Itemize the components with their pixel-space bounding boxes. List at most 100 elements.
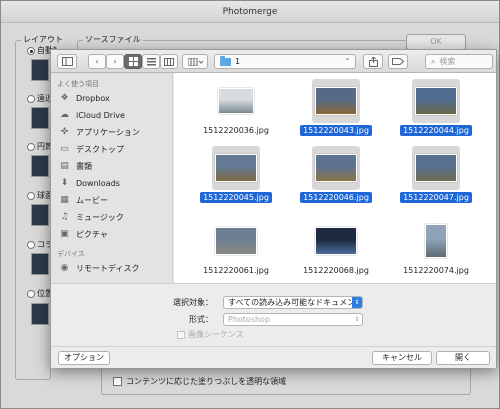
sidebar-item-label: ムービー [76, 195, 108, 205]
sidebar-icon [61, 57, 73, 66]
content-aware-fill-checkbox[interactable]: コンテンツに応じた塗りつぶしを透明な領域 [113, 376, 286, 387]
file-thumbnail-frame [212, 219, 260, 263]
disc-icon: ◉ [60, 263, 69, 273]
file-item[interactable]: 1512220068.jpg [288, 219, 384, 279]
file-name: 1512220036.jpg [188, 126, 284, 135]
enable-select[interactable]: すべての読み込み可能なドキュメント ⇕ [223, 296, 363, 309]
format-value: Photoshop [228, 315, 271, 324]
file-thumbnail-frame [212, 146, 260, 190]
file-item[interactable]: 1512220044.jpg [388, 79, 484, 139]
radio-icon [27, 191, 35, 200]
sidebar-item-applications[interactable]: ✜ アプリケーション [59, 124, 140, 140]
chevron-left-icon: ‹ [95, 57, 99, 66]
search-input[interactable]: ⌕ 検索 [425, 54, 493, 69]
back-button[interactable]: ‹ [88, 54, 106, 69]
sidebar-item-pictures[interactable]: ▣ ピクチャ [59, 226, 108, 242]
list-view-button[interactable] [142, 54, 160, 69]
layout-thumbnail [31, 253, 49, 275]
file-item[interactable]: 1512220046.jpg [288, 146, 384, 206]
group-view-button[interactable] [182, 54, 208, 69]
cancel-button[interactable]: キャンセル [372, 351, 432, 365]
share-icon [368, 56, 378, 67]
documents-icon: ▤ [60, 161, 69, 171]
file-thumbnail-frame [312, 79, 360, 123]
sidebar-item-label: Downloads [76, 178, 120, 188]
sidebar-item-documents[interactable]: ▤ 書類 [59, 158, 92, 174]
icon-view-button[interactable] [124, 54, 142, 69]
open-button[interactable]: 開く [436, 351, 490, 365]
sidebar-item-movies[interactable]: ▦ ムービー [59, 192, 108, 208]
file-thumbnail [315, 87, 357, 115]
forward-button[interactable]: › [106, 54, 124, 69]
sidebar-toggle-button[interactable] [57, 54, 77, 69]
checkbox-label: 画像シーケンス [188, 330, 244, 339]
file-name: 1512220068.jpg [288, 266, 384, 275]
enable-value: すべての読み込み可能なドキュメント [228, 298, 363, 307]
chevron-updown-icon: ⇕ [352, 297, 362, 308]
file-item[interactable]: 1512220043.jpg [288, 79, 384, 139]
file-thumbnail-frame [412, 219, 460, 263]
cloud-icon: ☁ [60, 110, 69, 120]
file-name: 1512220043.jpg [288, 125, 384, 136]
options-panel: 選択対象： すべての読み込み可能なドキュメント ⇕ 形式： Photoshop … [51, 283, 496, 346]
file-name-text: 1512220046.jpg [300, 192, 372, 203]
radio-icon [27, 142, 35, 151]
ok-button[interactable]: OK [406, 34, 466, 50]
screen: Photomerge レイアウト ソースファイル OK 自動設定 遠近法 円筒法… [0, 0, 500, 409]
file-item[interactable]: 1512220047.jpg [388, 146, 484, 206]
sidebar-item-remote-disc[interactable]: ◉ リモートディスク [59, 260, 140, 276]
sidebar-item-desktop[interactable]: ▭ デスクトップ [59, 141, 124, 157]
sidebar-item-label: アプリケーション [76, 127, 140, 137]
dialog-toolbar: ‹ › 1 ⌃ ⌕ 検索 [51, 50, 496, 73]
file-name: 1512220044.jpg [388, 125, 484, 136]
dialog-footer: オプション キャンセル 開く [51, 346, 496, 368]
pictures-icon: ▣ [60, 229, 69, 239]
sidebar-item-label: 書類 [76, 161, 92, 171]
tag-button[interactable] [388, 54, 408, 69]
image-sequence-checkbox[interactable]: 画像シーケンス [177, 329, 244, 340]
file-thumbnail [315, 227, 357, 255]
layout-thumbnail [31, 59, 49, 81]
column-view-button[interactable] [160, 54, 178, 69]
sidebar-item-music[interactable]: ♫ ミュージック [59, 209, 124, 225]
checkbox-icon [113, 377, 122, 386]
chevron-right-icon: › [113, 57, 117, 66]
source-files-group-label: ソースファイル [83, 34, 143, 45]
current-folder-name: 1 [235, 57, 241, 66]
file-item[interactable]: 1512220045.jpg [188, 146, 284, 206]
search-placeholder: 検索 [439, 57, 456, 66]
sidebar-section-devices: デバイス [57, 250, 85, 258]
list-view-icon [146, 57, 156, 65]
format-label: 形式： [189, 315, 213, 324]
sidebar-item-dropbox[interactable]: ❖ Dropbox [59, 90, 109, 106]
layout-thumbnail [31, 204, 49, 226]
file-item[interactable]: 1512220036.jpg [188, 79, 284, 139]
file-name: 1512220061.jpg [188, 266, 284, 275]
format-select[interactable]: Photoshop ⇕ [223, 313, 363, 326]
file-thumbnail [415, 154, 457, 182]
file-name: 1512220045.jpg [188, 192, 284, 203]
options-button[interactable]: オプション [58, 351, 110, 365]
sidebar-item-icloud[interactable]: ☁ iCloud Drive [59, 107, 125, 123]
sidebar-item-label: デスクトップ [76, 144, 124, 154]
file-thumbnail-frame [412, 146, 460, 190]
dropbox-icon: ❖ [60, 93, 69, 103]
file-item[interactable]: 1512220061.jpg [188, 219, 284, 279]
file-thumbnail [218, 88, 254, 114]
file-item[interactable]: 1512220074.jpg [388, 219, 484, 279]
tag-icon [392, 58, 404, 65]
file-thumbnail-frame [212, 79, 260, 123]
file-name-text: 1512220061.jpg [203, 266, 269, 275]
share-button[interactable] [363, 54, 383, 69]
sidebar-item-downloads[interactable]: ⬇ Downloads [59, 175, 120, 191]
radio-selected-icon [27, 46, 35, 55]
checkbox-label: コンテンツに応じた塗りつぶしを透明な領域 [126, 377, 287, 386]
open-file-dialog: ‹ › 1 ⌃ ⌕ 検索 よく使う項目 ❖ Dropbox ☁ iCloud D… [50, 49, 497, 368]
layout-thumbnail [31, 155, 49, 177]
path-popup[interactable]: 1 ⌃ [214, 54, 356, 69]
grid-view-icon [128, 57, 138, 66]
desktop-icon: ▭ [60, 144, 69, 154]
file-name-text: 1512220036.jpg [203, 126, 269, 135]
checkbox-icon [177, 330, 185, 339]
sidebar-item-label: ミュージック [76, 212, 124, 222]
